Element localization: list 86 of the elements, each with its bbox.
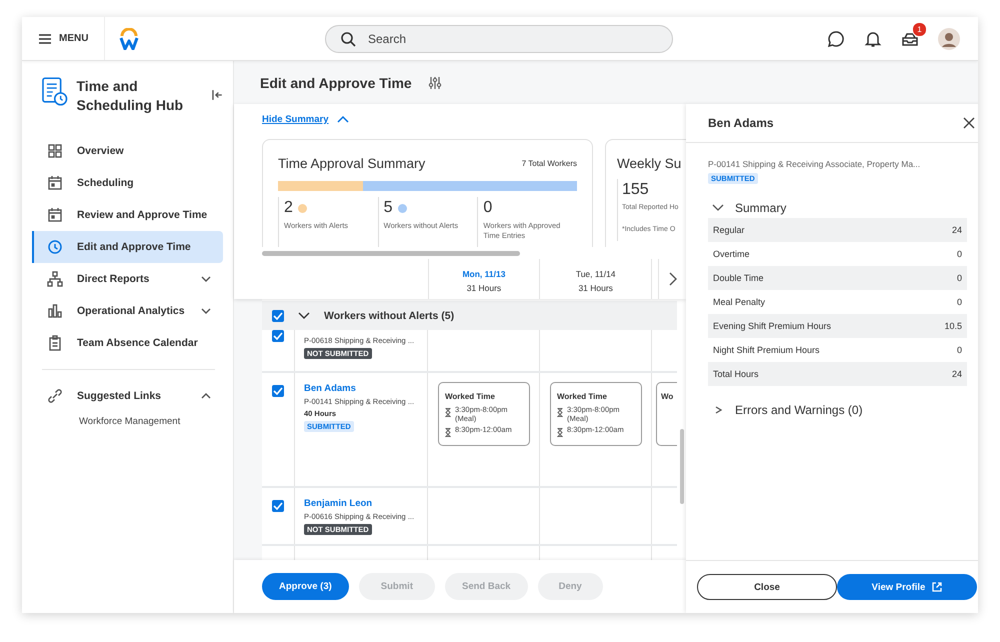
suggested-link[interactable]: Workforce Management: [32, 412, 223, 427]
row-label: Meal Penalty: [713, 297, 766, 307]
entry-title: Worked Time: [445, 392, 496, 401]
nav-item[interactable]: Overview: [32, 135, 223, 167]
nav-item[interactable]: Review and Approve Time: [32, 199, 223, 231]
entry-title: Worked Time: [557, 392, 608, 401]
timesheet-icon: [42, 77, 68, 107]
row-value: 0: [956, 345, 962, 355]
total-workers: 7 Total Workers: [522, 159, 577, 168]
nav-item[interactable]: Suggested Links: [32, 380, 223, 412]
calendar-icon: [47, 207, 63, 223]
row-value: 0: [956, 273, 962, 283]
chevron-icon[interactable]: [201, 276, 211, 282]
chat-icon[interactable]: [827, 30, 845, 48]
hourglass-icon: [557, 428, 563, 437]
stat-value: 155: [622, 181, 650, 199]
hourglass-icon: [557, 408, 563, 417]
hourglass-icon: [445, 408, 451, 417]
hourglass-icon: [445, 428, 451, 437]
chevron-icon[interactable]: [201, 308, 211, 314]
chevron-right-icon: [668, 272, 677, 286]
avatar[interactable]: [938, 28, 960, 50]
section-title: Summary: [735, 201, 786, 215]
clipboard-icon: [47, 335, 63, 351]
bar-chart-icon: [47, 303, 63, 319]
chevron-icon[interactable]: [712, 204, 724, 212]
row-value: 24: [952, 369, 962, 379]
row-value: 0: [956, 249, 962, 259]
row-label: Evening Shift Premium Hours: [713, 321, 832, 331]
nav-item[interactable]: Scheduling: [32, 167, 223, 199]
close-icon[interactable]: [963, 117, 975, 129]
nav-item[interactable]: Edit and Approve Time: [32, 231, 223, 263]
section-title: Errors and Warnings (0): [735, 403, 863, 417]
checkbox[interactable]: [272, 500, 284, 512]
view-profile-button[interactable]: View Profile: [837, 574, 977, 600]
stat-value: 0: [483, 199, 492, 217]
row-label: Night Shift Premium Hours: [713, 345, 820, 355]
nav-item[interactable]: Direct Reports: [32, 263, 223, 295]
clock-icon: [47, 239, 63, 255]
checkbox[interactable]: [272, 385, 284, 397]
notifications-icon[interactable]: [864, 30, 882, 48]
chevron-icon[interactable]: [298, 312, 310, 320]
section-header[interactable]: Errors and Warnings (0): [712, 402, 863, 418]
collapse-icon[interactable]: [211, 89, 223, 101]
chevron-icon[interactable]: [201, 393, 211, 399]
panel-title: Ben Adams: [708, 116, 774, 130]
close-button[interactable]: Close: [697, 574, 837, 600]
menu-button[interactable]: MENU: [22, 17, 104, 60]
row-label: Regular: [713, 225, 745, 235]
checkbox[interactable]: [272, 330, 284, 342]
row-label: Total Hours: [713, 369, 759, 379]
hide-summary-link[interactable]: Hide Summary: [262, 114, 329, 124]
menu-icon: [38, 32, 52, 44]
search-field[interactable]: Search: [325, 24, 673, 52]
position-text: P-00141 Shipping & Receiving Associate, Property Ma...: [708, 159, 920, 169]
section-header[interactable]: Summary: [712, 200, 786, 216]
page-title: Edit and Approve Time: [260, 74, 412, 90]
worker-name-link[interactable]: Ben Adams: [304, 383, 356, 394]
row-value: 10.5: [944, 321, 962, 331]
card-title: Time Approval Summary: [278, 156, 426, 171]
search-input[interactable]: Search: [366, 30, 658, 46]
action-button[interactable]: Approve (3): [262, 573, 349, 600]
filter-icon[interactable]: [428, 76, 442, 90]
entry-title: Wo: [661, 392, 672, 401]
row-label: Overtime: [713, 249, 750, 259]
search-icon: [340, 30, 356, 46]
org-chart-icon: [47, 271, 63, 287]
group-title: Workers without Alerts (5): [324, 310, 454, 322]
calendar-icon: [47, 175, 63, 191]
stat-value: 5: [384, 199, 393, 217]
scrollbar-thumb[interactable]: [680, 429, 684, 504]
grid-icon: [47, 143, 63, 159]
nav-item[interactable]: Team Absence Calendar: [32, 327, 223, 359]
stat-value: 2: [284, 199, 293, 217]
scrollbar-thumb[interactable]: [262, 250, 520, 256]
logo-icon[interactable]: [119, 28, 140, 50]
card-title: Weekly Su: [617, 156, 682, 171]
row-value: 0: [956, 297, 962, 307]
row-value: 24: [952, 225, 962, 235]
checkbox[interactable]: [272, 310, 284, 322]
link-icon: [47, 388, 63, 404]
worker-name-link[interactable]: Benjamin Leon: [304, 498, 372, 509]
row-label: Double Time: [713, 273, 764, 283]
notification-count: 1: [912, 22, 927, 36]
nav-item[interactable]: Operational Analytics: [32, 295, 223, 327]
hub-title: Time and Scheduling Hub: [76, 77, 184, 115]
